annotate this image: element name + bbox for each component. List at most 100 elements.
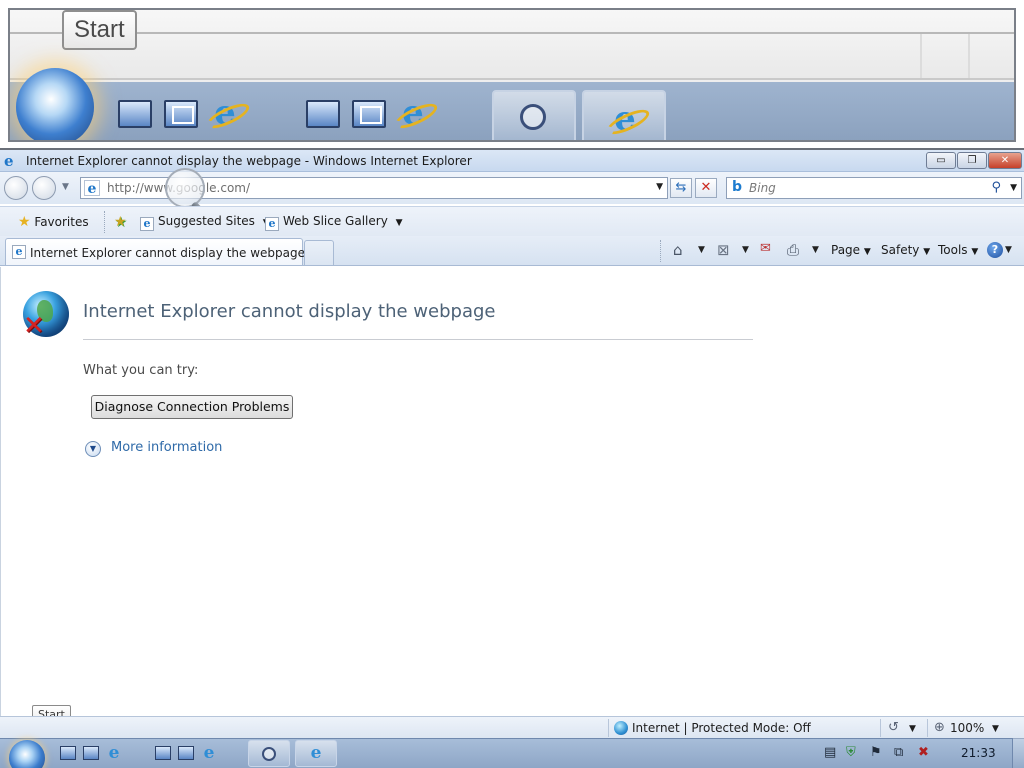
favorites-button[interactable]: ★ Favorites — [18, 214, 89, 230]
zoom-icon[interactable]: ⊕ — [934, 720, 945, 735]
ie-quicklaunch-icon[interactable]: e — [105, 744, 123, 762]
document-tray-icon[interactable]: ▤ — [824, 745, 836, 760]
network-icon[interactable]: ⧉ — [894, 745, 903, 760]
minimize-button[interactable]: ▭ — [926, 152, 956, 169]
window-title: Internet Explorer cannot display the web… — [26, 154, 472, 168]
magnifier-task-button[interactable] — [248, 740, 290, 767]
search-options-dropdown-icon[interactable]: ▼ — [1010, 183, 1017, 193]
address-dropdown-icon[interactable]: ▼ — [656, 182, 663, 192]
search-placeholder[interactable]: Bing — [749, 181, 776, 195]
diagnose-connection-problems-button[interactable]: Diagnose Connection Problems — [91, 395, 293, 419]
security-shield-icon[interactable]: ⛨ — [846, 745, 856, 760]
ie-quicklaunch-icon[interactable]: e — [200, 744, 218, 762]
change-status-bar-settings-icon[interactable]: ↺ — [888, 720, 899, 735]
stop-button[interactable]: ✕ — [695, 178, 717, 198]
zoomed-start-orb-icon — [16, 68, 94, 140]
status-separator — [880, 719, 881, 737]
zoomed-window-area — [10, 10, 1014, 80]
zoomed-taskbar: e e e — [10, 68, 1014, 140]
favorites-star-icon: ★ — [18, 214, 31, 230]
print-dropdown-icon[interactable]: ▼ — [812, 245, 819, 255]
zoomed-start-tooltip: Start — [62, 10, 137, 50]
security-zone-text[interactable]: Internet | Protected Mode: Off — [632, 721, 811, 735]
zoomed-ie-icon: e — [396, 96, 430, 130]
more-information-label[interactable]: More information — [111, 440, 222, 455]
tab-bar: e Internet Explorer cannot display the w… — [0, 236, 1024, 266]
ie-task-button[interactable]: e — [295, 740, 337, 767]
internet-zone-icon — [614, 721, 628, 735]
taskbar-clock[interactable]: 21:33 — [961, 746, 996, 760]
web-slice-gallery-label: Web Slice Gallery — [283, 214, 388, 228]
safety-menu-label: Safety — [881, 243, 920, 257]
headline-divider — [83, 339, 753, 340]
zoomed-magnifier-icon — [520, 104, 546, 130]
what-you-can-try-label: What you can try: — [83, 363, 199, 378]
magnifier-icon — [262, 747, 276, 761]
add-favorite-star-icon: ★ — [114, 214, 127, 230]
suggested-sites-ie-icon: e — [140, 217, 154, 231]
error-x-icon: ✕ — [23, 311, 45, 341]
bing-logo-icon: b — [732, 179, 743, 195]
web-slice-dropdown-icon[interactable]: ▼ — [396, 218, 403, 228]
feeds-icon[interactable]: ⊠ — [717, 241, 730, 259]
page-ie-icon: e — [84, 180, 100, 197]
zoomed-ie-task-button: e — [582, 90, 666, 140]
zoom-dropdown-icon[interactable]: ▼ — [992, 724, 999, 734]
forward-button[interactable] — [32, 176, 56, 200]
search-box[interactable]: b Bing ⚲ ▼ — [726, 177, 1022, 199]
show-desktop-icon[interactable] — [155, 746, 171, 760]
start-orb-icon[interactable] — [9, 740, 45, 768]
feeds-dropdown-icon[interactable]: ▼ — [742, 245, 749, 255]
action-center-flag-icon[interactable]: ⚑ — [870, 745, 882, 760]
switch-windows-icon[interactable] — [83, 746, 99, 760]
zoomed-show-desktop-icon — [118, 100, 152, 128]
tab-label: Internet Explorer cannot display the web… — [30, 246, 305, 260]
show-desktop-button[interactable] — [1012, 738, 1024, 768]
zoom-level[interactable]: 100% — [950, 721, 984, 735]
page-menu-label: Page — [831, 243, 861, 257]
ie-icon: e — [310, 743, 322, 763]
tab-current-page[interactable]: e Internet Explorer cannot display the w… — [5, 238, 305, 265]
switch-windows-icon[interactable] — [178, 746, 194, 760]
recent-pages-dropdown-icon[interactable]: ▼ — [62, 182, 69, 192]
refresh-button[interactable]: ⇆ — [670, 178, 692, 198]
print-icon[interactable]: ⎙ — [787, 241, 799, 259]
suggested-sites-label: Suggested Sites — [158, 214, 255, 228]
zoomed-divider — [10, 32, 1014, 34]
zoomed-ie-icon: e — [608, 102, 642, 136]
restore-button[interactable]: ❐ — [957, 152, 987, 169]
safety-menu[interactable]: Safety ▼ — [881, 243, 930, 257]
add-to-favorites-bar-button[interactable]: ★ — [114, 214, 127, 230]
status-bar: Internet | Protected Mode: Off ↺ ▼ ⊕ 100… — [0, 716, 1024, 738]
search-icon[interactable]: ⚲ — [991, 180, 1001, 195]
page-menu[interactable]: Page ▼ — [831, 243, 871, 257]
web-slice-gallery-link[interactable]: e Web Slice Gallery ▼ — [265, 214, 403, 231]
favorites-label: Favorites — [34, 215, 89, 229]
read-mail-icon[interactable]: ✉ — [760, 241, 771, 256]
show-desktop-icon[interactable] — [60, 746, 76, 760]
zoomed-show-desktop-icon — [306, 100, 340, 128]
help-icon[interactable]: ? — [987, 242, 1003, 258]
zoomed-separator — [920, 34, 922, 78]
tools-menu[interactable]: Tools ▼ — [938, 243, 978, 257]
command-bar-separator — [660, 240, 661, 262]
new-tab-button[interactable] — [304, 240, 334, 265]
status-settings-dropdown-icon[interactable]: ▼ — [909, 724, 916, 734]
title-bar: e Internet Explorer cannot display the w… — [0, 150, 1024, 172]
chevron-down-icon[interactable]: ▼ — [85, 441, 101, 457]
volume-muted-icon[interactable]: ✖ — [918, 745, 929, 760]
favorites-separator — [104, 211, 105, 233]
page-content: ✕ Internet Explorer cannot display the w… — [0, 267, 1024, 725]
home-icon[interactable]: ⌂ — [673, 241, 683, 259]
back-button[interactable] — [4, 176, 28, 200]
favorites-bar: ★ Favorites ★ e Suggested Sites ▼ e Web Sl… — [0, 206, 1024, 236]
ie-icon: e — [4, 152, 14, 170]
web-slice-ie-icon: e — [265, 217, 279, 231]
suggested-sites-link[interactable]: eSuggested Sites ▼ — [140, 214, 270, 231]
magnifier-zoom-view: Start e e e — [0, 0, 1024, 150]
close-button[interactable]: ✕ — [988, 152, 1022, 169]
zoomed-separator — [968, 34, 970, 78]
zoomed-ie-icon: e — [208, 96, 242, 130]
help-dropdown-icon[interactable]: ▼ — [1005, 245, 1012, 255]
home-dropdown-icon[interactable]: ▼ — [698, 245, 705, 255]
